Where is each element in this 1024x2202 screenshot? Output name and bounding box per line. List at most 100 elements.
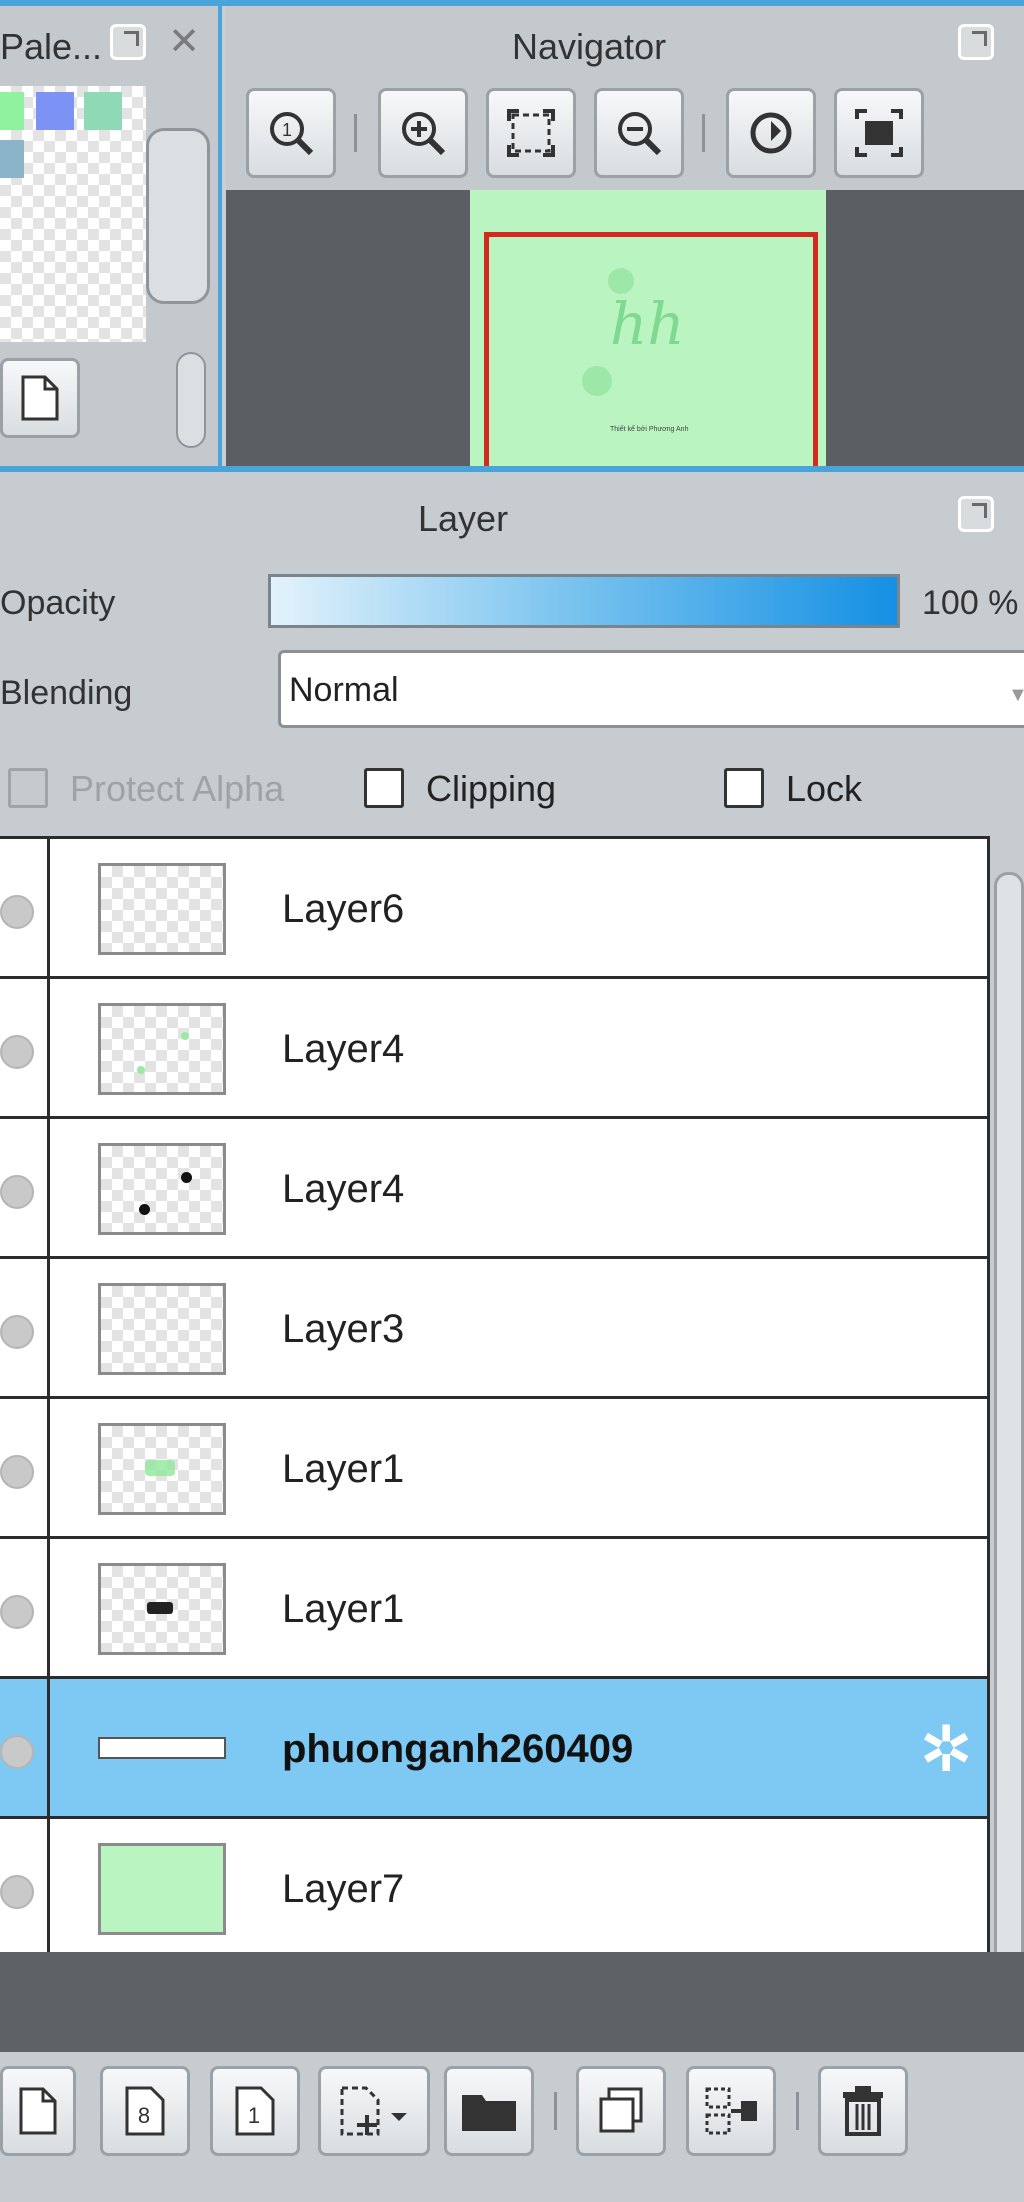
layer-name: Layer7 [282, 1867, 405, 1911]
layer-row[interactable]: Layer4 [0, 1119, 987, 1259]
clipping-checkbox[interactable] [364, 768, 404, 808]
float-window-icon[interactable] [110, 24, 146, 60]
swatch-mint[interactable] [84, 92, 122, 130]
palette-panel: Pale... ✕ [0, 6, 222, 466]
layer-row[interactable]: Layer7 [0, 1819, 987, 1959]
zoom-actual-button[interactable]: 1 [246, 88, 336, 178]
svg-text:1: 1 [248, 2103, 260, 2128]
toolbar-separator [554, 2092, 557, 2130]
layer-list[interactable]: Layer6 Layer4 Layer4 Layer3 Layer1 Layer… [0, 836, 990, 1959]
navigator-title: Navigator [512, 26, 667, 67]
visibility-toggle[interactable] [0, 1539, 50, 1676]
layer-row[interactable]: Layer4 [0, 979, 987, 1119]
fullscreen-icon [855, 109, 903, 157]
layer-name: Layer4 [282, 1167, 405, 1211]
opacity-slider[interactable] [268, 574, 900, 628]
protect-alpha-checkbox [8, 768, 48, 808]
document-icon [21, 375, 59, 421]
merge-down-icon [705, 2087, 757, 2135]
thumb-dot [181, 1172, 192, 1183]
add-layer-dropdown-button[interactable] [318, 2066, 430, 2156]
visibility-toggle[interactable] [0, 1259, 50, 1396]
clipping-label: Clipping [426, 768, 557, 809]
toolbar-separator [354, 114, 357, 152]
fullscreen-button[interactable] [834, 88, 924, 178]
visibility-dot-icon [0, 1035, 34, 1069]
visibility-toggle[interactable] [0, 1399, 50, 1536]
layer-row[interactable]: Layer1 [0, 1399, 987, 1539]
visibility-toggle[interactable] [0, 1819, 50, 1959]
layer-toolbar: 8 1 [0, 2052, 1024, 2202]
lock-checkbox[interactable] [724, 768, 764, 808]
layer-1bit-icon: 1 [235, 2086, 275, 2136]
layer-name: Layer4 [282, 1027, 405, 1071]
zoom-in-button[interactable] [378, 88, 468, 178]
zoom-in-icon [402, 112, 446, 156]
opacity-label: Opacity [0, 584, 116, 622]
layer-thumbnail [98, 1003, 226, 1095]
new-layer-button[interactable] [0, 2066, 76, 2156]
layer-name: Layer1 [282, 1447, 405, 1491]
layer-thumbnail [98, 1563, 226, 1655]
zoom-100-icon: 1 [270, 112, 314, 156]
layer-list-scrollbar[interactable] [994, 872, 1024, 2012]
layer-thumbnail [98, 1703, 226, 1795]
layer-thumbnail [98, 1423, 226, 1515]
palette-slider[interactable] [176, 352, 206, 448]
visibility-toggle[interactable] [0, 979, 50, 1116]
new-folder-button[interactable] [444, 2066, 534, 2156]
merge-layer-button[interactable] [686, 2066, 776, 2156]
visibility-toggle[interactable] [0, 1679, 50, 1816]
layer-row[interactable]: Layer1 [0, 1539, 987, 1679]
layer-thumbnail [98, 863, 226, 955]
float-window-icon[interactable] [958, 496, 994, 532]
fit-window-button[interactable] [486, 88, 576, 178]
protect-alpha-label: Protect Alpha [70, 768, 285, 809]
navigator-view-frame[interactable] [484, 232, 818, 472]
visibility-dot-icon [0, 895, 34, 929]
duplicate-layer-button[interactable] [576, 2066, 666, 2156]
folder-icon [462, 2095, 516, 2131]
new-8bit-layer-button[interactable]: 8 [100, 2066, 190, 2156]
layer-thumbnail [98, 1843, 226, 1935]
thumb-dot [139, 1204, 150, 1215]
palette-title: Pale... [0, 26, 103, 67]
palette-scrollbar[interactable] [146, 128, 210, 304]
float-window-icon[interactable] [958, 24, 994, 60]
swatch-steel[interactable] [0, 140, 24, 178]
rotate-icon [750, 112, 792, 154]
zoom-out-icon [618, 112, 662, 156]
toolbar-separator [796, 2092, 799, 2130]
visibility-dot-icon [0, 1455, 34, 1489]
zoom-out-button[interactable] [594, 88, 684, 178]
new-swatch-button[interactable] [0, 358, 80, 438]
thumb-dot [137, 1066, 145, 1074]
visibility-toggle[interactable] [0, 1119, 50, 1256]
svg-text:8: 8 [138, 2103, 150, 2128]
thumb-mark [147, 1602, 173, 1614]
blending-select[interactable]: Normal [278, 650, 1024, 728]
close-icon[interactable]: ✕ [166, 23, 202, 61]
swatch-blue[interactable] [36, 92, 74, 130]
layer-row[interactable]: Layer3 [0, 1259, 987, 1399]
opacity-value: 100 % [922, 584, 1019, 622]
layer-panel-title: Layer [418, 498, 509, 539]
swatch-green[interactable] [0, 92, 24, 130]
thumb-dot [181, 1032, 189, 1040]
layer-row-selected[interactable]: phuonganh260409 ✲ [0, 1679, 987, 1819]
visibility-dot-icon [0, 1735, 34, 1769]
blending-label: Blending [0, 674, 133, 712]
lock-label: Lock [786, 768, 863, 809]
delete-layer-button[interactable] [818, 2066, 908, 2156]
new-1bit-layer-button[interactable]: 1 [210, 2066, 300, 2156]
layer-row[interactable]: Layer6 [0, 839, 987, 979]
add-layer-icon [340, 2086, 407, 2136]
rotate-button[interactable] [726, 88, 816, 178]
visibility-toggle[interactable] [0, 839, 50, 976]
layer-thumbnail [98, 1143, 226, 1235]
chevron-down-icon[interactable]: ▼ [1008, 684, 1024, 707]
visibility-dot-icon [0, 1595, 34, 1629]
gear-icon[interactable]: ✲ [919, 1717, 973, 1781]
layer-list-empty-area [0, 1952, 1024, 2052]
visibility-dot-icon [0, 1175, 34, 1209]
